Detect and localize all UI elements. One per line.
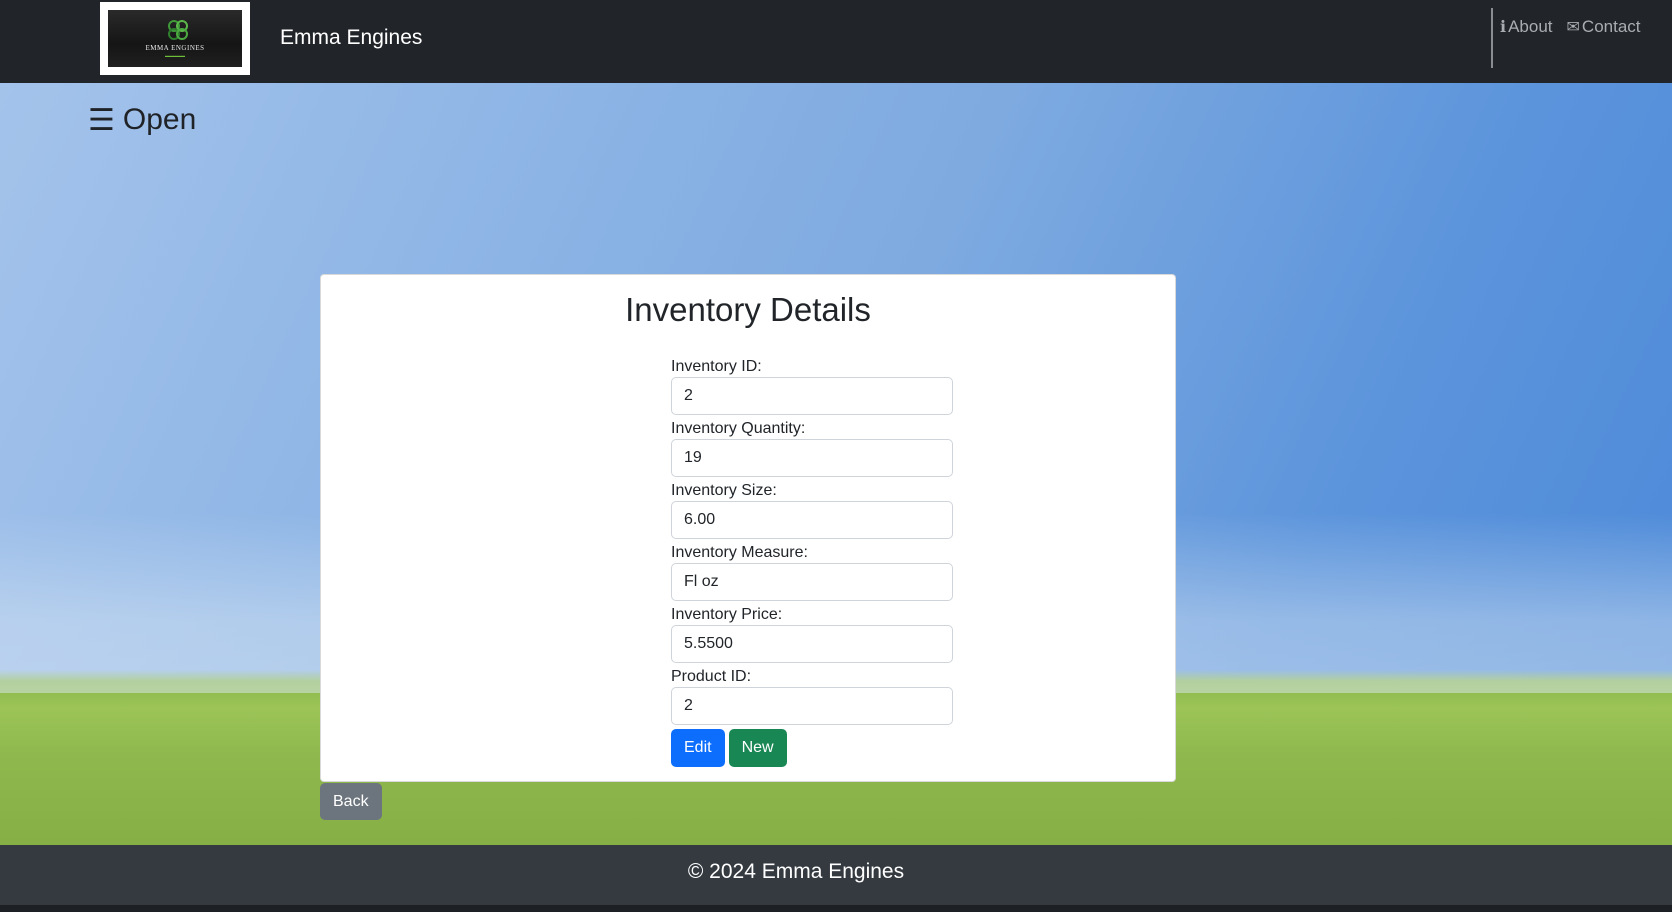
nav-links: ℹ About ✉ Contact <box>1500 17 1641 37</box>
nav-contact-label: Contact <box>1581 17 1641 36</box>
inventory-price-input[interactable] <box>671 625 953 663</box>
top-navbar: EMMA ENGINES ▬▬▬▬▬ Emma Engines ℹ About … <box>0 0 1672 83</box>
logo[interactable]: EMMA ENGINES ▬▬▬▬▬ <box>100 2 250 75</box>
envelope-icon: ✉ <box>1566 19 1580 36</box>
inventory-form: Inventory ID: Inventory Quantity: Invent… <box>671 357 953 767</box>
product-id-label: Product ID: <box>671 668 752 685</box>
logo-underline: ▬▬▬▬▬ <box>165 53 185 58</box>
nav-divider <box>1491 8 1493 68</box>
nav-contact-link[interactable]: ✉ Contact <box>1567 17 1641 37</box>
inventory-quantity-input[interactable] <box>671 439 953 477</box>
sidebar-open-button[interactable]: ☰ Open <box>88 103 196 138</box>
footer: © 2024 Emma Engines <box>0 845 1672 905</box>
inventory-price-label: Inventory Price: <box>671 606 783 623</box>
logo-image: EMMA ENGINES ▬▬▬▬▬ <box>108 10 242 67</box>
page-title: Inventory Details <box>625 291 871 328</box>
inventory-measure-input[interactable] <box>671 563 953 601</box>
logo-knot-icon <box>168 20 188 40</box>
open-label: Open <box>122 103 197 136</box>
inventory-id-input[interactable] <box>671 377 953 415</box>
new-button[interactable]: New <box>728 729 787 767</box>
edit-button[interactable]: Edit <box>671 729 725 767</box>
info-icon: ℹ <box>1500 19 1507 36</box>
inventory-quantity-label: Inventory Quantity: <box>671 420 806 437</box>
inventory-id-label: Inventory ID: <box>671 358 762 375</box>
bottom-strip <box>0 905 1672 912</box>
inventory-size-label: Inventory Size: <box>671 482 777 499</box>
footer-copyright: © 2024 Emma Engines <box>687 860 905 883</box>
inventory-size-input[interactable] <box>671 501 953 539</box>
back-button[interactable]: Back <box>320 783 382 820</box>
inventory-details-card: Inventory Details Inventory ID: Inventor… <box>320 274 1176 782</box>
hamburger-icon: ☰ <box>88 104 115 137</box>
nav-about-label: About <box>1508 17 1553 36</box>
nav-about-link[interactable]: ℹ About <box>1500 17 1553 37</box>
brand-name[interactable]: Emma Engines <box>280 26 422 50</box>
form-actions: Edit New <box>671 729 953 767</box>
inventory-measure-label: Inventory Measure: <box>671 544 808 561</box>
product-id-input[interactable] <box>671 687 953 725</box>
logo-text: EMMA ENGINES <box>145 44 205 52</box>
main-background: ☰ Open Inventory Details Inventory ID: I… <box>0 83 1672 845</box>
